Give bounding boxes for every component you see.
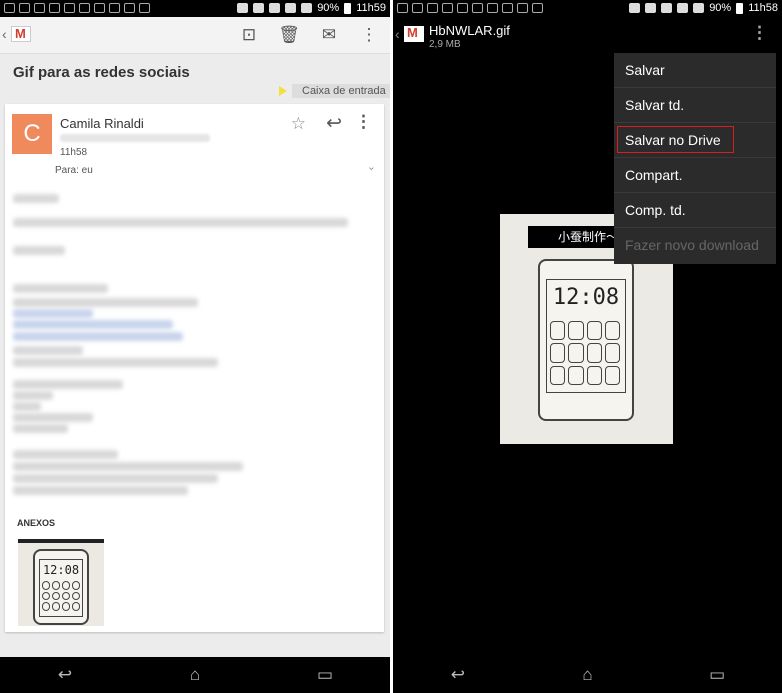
back-icon[interactable]: ↩ [45,665,85,685]
email-subject: Gif para as redes sociais [13,64,190,81]
file-name: HbNWLAR.gif [429,23,510,38]
menu-item-fazer-novo-download: Fazer novo download [625,237,759,253]
menu-item-compartilhar-todos[interactable]: Comp. td. [614,193,776,228]
home-icon[interactable]: ⌂ [175,665,215,685]
app-icon [94,3,105,13]
attachment-thumbnail[interactable]: 12:08 [18,539,104,626]
battery-level: 90% [317,2,340,14]
app-icon [79,3,90,13]
signal-icon [693,3,705,13]
app-icon [19,3,30,13]
reply-icon[interactable]: ↩ [326,112,342,135]
trash-icon[interactable]: 🗑 [278,24,300,46]
notification-icons [397,3,543,13]
app-icon [124,3,135,13]
archive-icon[interactable]: ⊡ [238,24,260,46]
message-overflow-icon[interactable]: ⋮ [355,112,372,132]
message-time: 11h58 [60,147,88,158]
clock: 11h58 [748,2,778,14]
image-icon [442,3,453,13]
signal-icon [301,3,313,13]
calendar-icon [397,3,408,13]
system-icons: 90% 11h58 [629,2,778,14]
alarm-icon [237,3,249,13]
app-icon [412,3,423,13]
brush-icon [64,3,75,13]
menu-item-salvar[interactable]: Salvar [614,53,776,88]
app-icon [472,3,483,13]
home-icon[interactable]: ⌂ [567,665,607,685]
app-icon [517,3,528,13]
bluetooth-icon [661,3,673,13]
bluetooth-icon [269,3,281,13]
app-icon [487,3,498,13]
action-bar: ‹ HbNWLAR.gif 2,9 MB ⋮ [393,17,782,53]
file-size: 2,9 MB [429,39,461,50]
overflow-menu-icon[interactable]: ⋮ [751,23,768,43]
recent-apps-icon[interactable]: ▭ [697,665,737,685]
phone-sketch-image: 12:08 [538,259,634,421]
star-icon[interactable]: ☆ [291,114,306,134]
alarm-icon [629,3,641,13]
app-icon [109,3,120,13]
inbox-label[interactable]: Caixa de entrada [292,84,390,98]
recipient[interactable]: Para: eu [55,165,93,176]
nfc-icon [253,3,265,13]
wifi-icon [677,3,689,13]
sender-name: Camila Rinaldi [60,116,144,131]
system-icons: 90% 11h59 [237,2,386,14]
phone-sketch-image: 12:08 [33,549,89,625]
navigation-bar: ↩ ⌂ ▭ [393,657,782,693]
app-icon [502,3,513,13]
label-tag-icon [279,86,287,96]
calendar-icon [4,3,15,13]
attachments-heading: ANEXOS [17,518,56,528]
menu-item-compartilhar[interactable]: Compart. [614,158,776,193]
mark-unread-icon[interactable]: ✉ [318,24,340,46]
notification-icons [4,3,150,13]
up-chevron-icon[interactable]: ‹ [2,26,7,42]
nfc-icon [645,3,657,13]
sender-email-redacted [60,134,210,142]
gmail-screen: 90% 11h59 ‹ ⊡ 🗑 ✉ ⋮ Gif para as redes so… [0,0,390,693]
wifi-icon [285,3,297,13]
image-icon [49,3,60,13]
clock: 11h59 [356,2,386,14]
overflow-menu-icon[interactable]: ⋮ [358,24,380,46]
gmail-logo-icon[interactable] [404,25,424,42]
menu-item-salvar-no-drive[interactable]: Salvar no Drive [614,123,776,158]
chevron-down-icon[interactable]: ⌄ [367,160,376,173]
battery-icon [736,2,744,14]
menu-item-salvar-todos[interactable]: Salvar td. [614,88,776,123]
avatar[interactable]: C [12,114,52,154]
battery-icon [344,2,352,14]
overflow-menu: Salvar Salvar td. Salvar no Drive Compar… [614,53,776,264]
navigation-bar: ↩ ⌂ ▭ [0,657,390,693]
recent-apps-icon[interactable]: ▭ [305,665,345,685]
skype-icon [532,3,543,13]
app-icon [427,3,438,13]
brush-icon [457,3,468,13]
app-icon [34,3,45,13]
skype-icon [139,3,150,13]
battery-level: 90% [709,2,732,14]
gmail-logo-icon[interactable] [11,26,31,42]
status-bar: 90% 11h59 [0,0,390,17]
action-bar: ‹ ⊡ 🗑 ✉ ⋮ [0,17,390,54]
message-card: C Camila Rinaldi 11h58 Para: eu ☆ ↩ ⋮ ⌄ [5,104,384,632]
attachment-viewer-screen: 90% 11h58 ‹ HbNWLAR.gif 2,9 MB ⋮ 小蚕制作～ 1… [393,0,782,693]
back-icon[interactable]: ↩ [438,665,478,685]
up-chevron-icon[interactable]: ‹ [395,26,400,42]
status-bar: 90% 11h58 [393,0,782,17]
